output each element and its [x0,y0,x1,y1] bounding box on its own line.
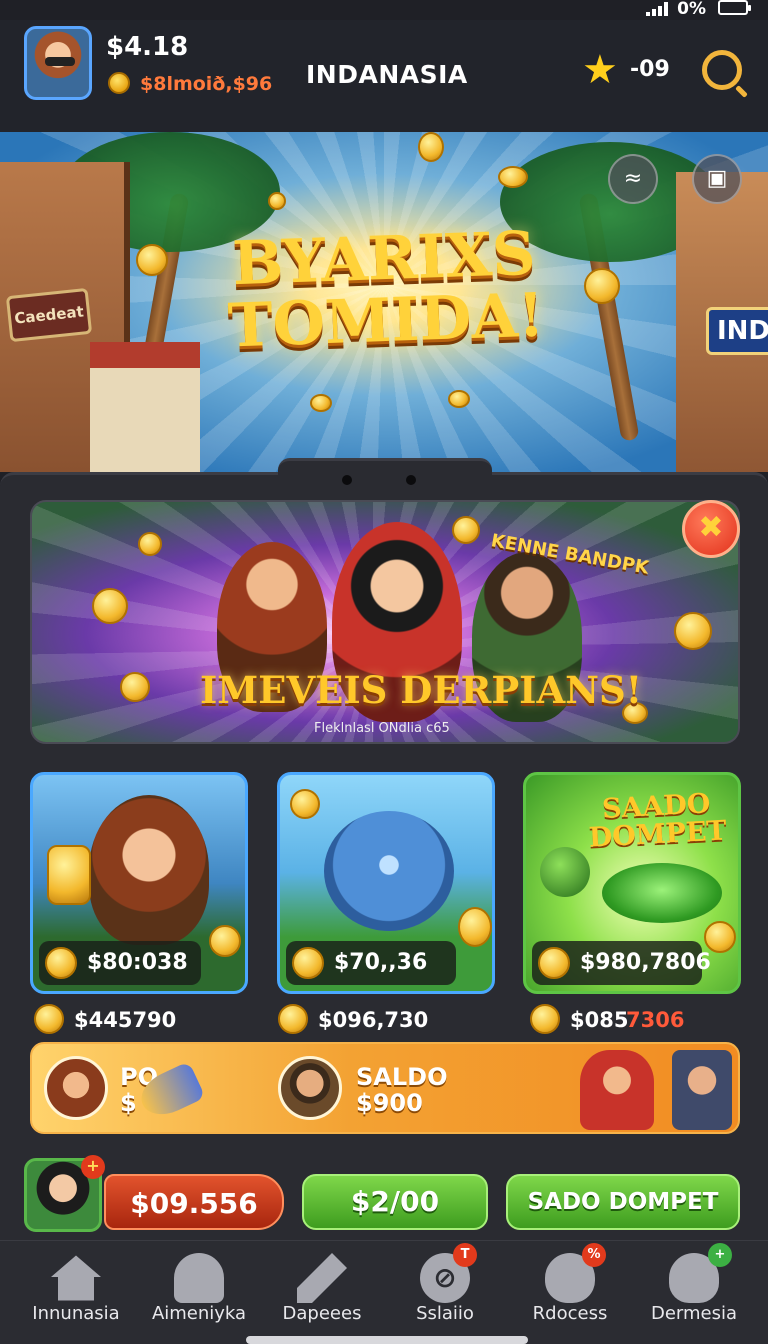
hero-title: BYARIXS TOMIDA! [148,219,622,362]
coin-icon [92,588,128,624]
coin-icon [498,166,528,188]
wallet-button[interactable]: SADO DOMPET [506,1174,740,1230]
header-title: INDANASIA [306,60,468,89]
pencil-icon [297,1253,347,1303]
card-stat-value-alt: 7306 [626,1008,685,1032]
banner-left-line2: $ [120,1089,137,1117]
player-portrait [672,1050,732,1130]
status-bar: 0% [0,0,768,22]
game-card-viking[interactable]: $80:038 [30,772,248,994]
player-avatar[interactable] [24,26,92,100]
avatar-mask [45,57,75,66]
star-icon[interactable]: ★ [582,50,618,90]
avatar [44,1056,108,1120]
saldo-banner[interactable]: PO $ SALDO $900 [30,1042,740,1134]
signal-icon [646,2,668,16]
coin-icon [108,72,130,94]
card-price: $980,7806 [580,950,711,975]
battery-icon [718,0,751,15]
coin-icon [136,244,168,276]
card-price: $70,,36 [334,950,428,975]
coin-icon [530,1004,560,1034]
card-title: SAADO DOMPET [588,788,728,854]
coin-icon [452,516,480,544]
shop-sign-left: Caedeat [5,287,93,343]
house-left [90,342,200,472]
bag-icon[interactable]: ▣ [692,154,742,204]
game-card-wallet[interactable]: SAADO DOMPET $980,7806 [523,772,741,994]
user-avatar[interactable]: + [24,1155,105,1232]
notification-badge: T [453,1243,477,1267]
search-icon[interactable] [702,50,742,90]
profile-icon [174,1253,224,1303]
coin-icon [268,192,286,210]
coin-icon [290,789,320,819]
coin-icon [674,612,712,650]
coin-icon [45,947,77,979]
balance-main: $4.18 [106,32,189,62]
sound-icon[interactable]: ≈ [608,154,658,204]
mascot-character [580,1050,654,1130]
card-stat: $445790 [34,1004,234,1036]
coin-icon [538,947,570,979]
card-price-bar: $980,7806 [532,941,711,985]
home-indicator[interactable] [246,1336,528,1344]
close-icon[interactable]: ✖ [682,500,740,558]
add-badge[interactable]: + [81,1155,105,1179]
card-stat-value: $096,730 [318,1008,429,1032]
home-icon [51,1255,101,1301]
green-orb [540,847,590,897]
camera-dot [342,475,352,485]
coin-icon [448,390,470,408]
notification-badge: % [582,1243,606,1267]
coin-icon [584,268,620,304]
coin-icon [278,1004,308,1034]
green-chip [602,863,722,923]
hero-banner: Caedeat INDI BYARIXS TOMIDA! ≈ ▣ [0,132,768,472]
card-stat-value: $445790 [74,1008,177,1032]
coin-icon [120,672,150,702]
topup-button[interactable]: $2/00 [302,1174,488,1230]
game-card-monster[interactable]: $70,,36 [277,772,495,994]
nav-label: Dermesia [650,1303,738,1324]
coin-icon [458,907,492,947]
app-screen: 0% $4.18 $8lmoið,$96 INDANASIA ★ -09 Cae… [0,0,768,1344]
balance-button[interactable]: $09.556 [104,1174,284,1230]
card-price-bar: $70,,36 [286,941,456,985]
monster-character [324,811,454,931]
coin-icon [418,132,444,162]
coin-icon [34,1004,64,1034]
bottom-nav: Innunasia Aimeniyka Dapeees ⊘ T Sslaiio … [0,1240,768,1344]
card-price: $80:038 [87,950,188,975]
avatar [278,1056,342,1120]
balance-sub: $8lmoið,$96 [140,73,273,95]
banner-mid-line1: SALDO [356,1063,448,1091]
panel-handle [278,458,492,488]
promo-title: IMEVEIS DERPIANS! [200,668,642,712]
card-stat: $085 7306 [530,1004,730,1036]
card-stat: $096,730 [278,1004,478,1036]
card-price-bar: $80:038 [39,941,201,985]
battery-percent: 0% [677,0,706,19]
promo-banner[interactable]: KENNE BANDPK IMEVEIS DERPIANS! Fleklnlas… [30,500,740,744]
notification-badge: + [708,1243,732,1267]
coin-icon [292,947,324,979]
coin-icon [209,925,241,957]
promo-subtitle: Fleklnlasl ONdlia c65 [314,721,450,736]
star-count: -09 [630,57,670,82]
coin-stack [47,845,91,905]
camera-dot [406,475,416,485]
card-stat-value: $085 [570,1008,629,1032]
shop-sign-right: INDI [706,307,768,355]
banner-mid-line2: $900 [356,1089,423,1117]
coin-icon [310,394,332,412]
viking-character [89,795,209,945]
coin-icon [138,532,162,556]
top-header: $4.18 $8lmoið,$96 INDANASIA ★ -09 [0,20,768,132]
nav-item-dermesia[interactable]: + Dermesia [618,1241,768,1344]
